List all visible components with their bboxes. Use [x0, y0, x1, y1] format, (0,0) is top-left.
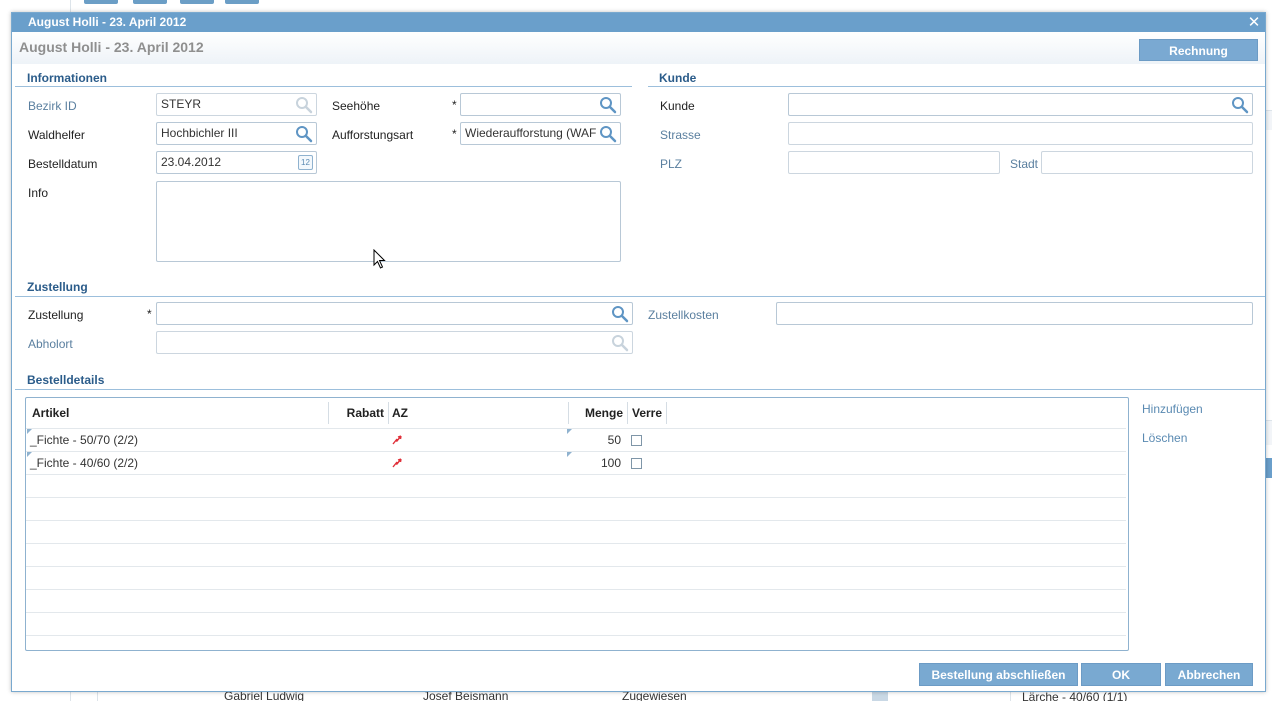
- zustellung-label: Zustellung: [28, 308, 84, 322]
- strasse-label: Strasse: [660, 128, 701, 142]
- background-toolbar-button[interactable]: [133, 0, 167, 4]
- plz-field[interactable]: [788, 151, 1000, 174]
- verrechnet-checkbox[interactable]: [631, 435, 642, 446]
- strasse-field[interactable]: [788, 122, 1253, 145]
- aufforstungsart-label: Aufforstungsart: [332, 128, 414, 142]
- dialog-subtitle: August Holli - 23. April 2012: [19, 39, 204, 55]
- column-header-az[interactable]: AZ: [392, 398, 408, 428]
- waldhelfer-value: Hochbichler III: [161, 126, 238, 140]
- section-title-informationen: Informationen: [27, 71, 107, 85]
- delete-row-link[interactable]: Löschen: [1142, 431, 1187, 445]
- waldhelfer-field[interactable]: Hochbichler III: [156, 122, 317, 145]
- bezirk-value: STEYR: [161, 97, 202, 111]
- artikel-cell: _Fichte - 50/70 (2/2): [30, 433, 139, 447]
- background-edge-cell: [1266, 420, 1272, 445]
- dialog-title: August Holli - 23. April 2012: [28, 15, 187, 29]
- section-divider: [648, 86, 1265, 87]
- artikel-cell: _Fichte - 40/60 (2/2): [30, 456, 139, 470]
- table-row[interactable]: _Fichte - 50/70 (2/2) 50: [26, 428, 1126, 451]
- empty-table-row[interactable]: [26, 497, 1126, 520]
- red-flag-icon[interactable]: [392, 458, 402, 468]
- cancel-button[interactable]: Abbrechen: [1165, 663, 1253, 686]
- column-header-verrechnet[interactable]: Verre: [632, 398, 662, 428]
- aufforstungsart-value: Wiederaufforstung (WAF: [465, 126, 597, 140]
- search-icon[interactable]: [599, 125, 617, 143]
- mouse-cursor-icon: [373, 249, 386, 269]
- abholort-label: Abholort: [28, 337, 73, 351]
- column-separator[interactable]: [388, 402, 389, 424]
- order-dialog: August Holli - 23. April 2012 ✕ August H…: [11, 12, 1266, 692]
- seehoehe-field[interactable]: [460, 93, 621, 116]
- empty-table-row[interactable]: [26, 612, 1126, 635]
- required-mark: *: [452, 127, 457, 141]
- stadt-field[interactable]: [1041, 151, 1253, 174]
- verrechnet-checkbox[interactable]: [631, 458, 642, 469]
- bestelldatum-value: 23.04.2012: [161, 155, 222, 169]
- close-icon[interactable]: ✕: [1247, 13, 1261, 32]
- column-header-artikel[interactable]: Artikel: [32, 398, 69, 428]
- column-header-rabatt[interactable]: Rabatt: [329, 398, 384, 428]
- column-separator[interactable]: [627, 402, 628, 424]
- add-row-link[interactable]: Hinzufügen: [1142, 402, 1203, 416]
- search-icon[interactable]: [1231, 96, 1249, 114]
- rabatt-cell: [329, 452, 384, 475]
- empty-table-row[interactable]: [26, 543, 1126, 566]
- section-title-bestelldetails: Bestelldetails: [27, 373, 105, 387]
- red-flag-icon[interactable]: [392, 435, 402, 445]
- empty-table-row[interactable]: [26, 566, 1126, 589]
- required-mark: *: [147, 307, 152, 321]
- application-screen: Gabriel Ludwig Josef Beismann Zugewiesen…: [0, 0, 1272, 701]
- empty-table-row[interactable]: [26, 474, 1126, 497]
- print-invoice-button[interactable]: Rechnung drucken...: [1139, 39, 1258, 80]
- info-label: Info: [28, 186, 49, 200]
- dialog-titlebar[interactable]: August Holli - 23. April 2012: [12, 13, 1265, 32]
- plz-label: PLZ: [660, 157, 683, 171]
- kunde-field[interactable]: [788, 93, 1253, 116]
- bestelldatum-field[interactable]: 23.04.2012 12: [156, 151, 317, 174]
- table-row[interactable]: _Fichte - 40/60 (2/2) 100: [26, 451, 1126, 474]
- menge-cell: 50: [607, 433, 621, 447]
- background-toolbar-button[interactable]: [180, 0, 214, 4]
- empty-table-row[interactable]: [26, 635, 1126, 650]
- search-icon[interactable]: [295, 96, 313, 114]
- bezirk-field[interactable]: STEYR: [156, 93, 317, 116]
- section-title-kunde: Kunde: [659, 71, 697, 85]
- background-toolbar-button[interactable]: [84, 0, 118, 4]
- section-divider: [15, 86, 632, 87]
- search-icon[interactable]: [599, 96, 617, 114]
- background-edge-cell: [1266, 110, 1272, 130]
- kunde-label: Kunde: [660, 99, 695, 113]
- stadt-label: Stadt: [1010, 157, 1039, 171]
- search-icon[interactable]: [611, 334, 629, 352]
- section-divider: [15, 389, 1265, 390]
- menge-cell: 100: [600, 456, 621, 470]
- background-toolbar-button[interactable]: [225, 0, 259, 4]
- column-header-menge[interactable]: Menge: [569, 398, 623, 428]
- section-title-zustellung: Zustellung: [27, 280, 88, 294]
- aufforstungsart-field[interactable]: Wiederaufforstung (WAF: [460, 122, 621, 145]
- zustellung-field[interactable]: [156, 302, 633, 325]
- search-icon[interactable]: [295, 125, 313, 143]
- finish-order-button[interactable]: Bestellung abschließen: [919, 663, 1078, 686]
- column-separator[interactable]: [666, 402, 667, 424]
- empty-table-row[interactable]: [26, 589, 1126, 612]
- section-divider: [15, 296, 1265, 297]
- empty-table-row[interactable]: [26, 520, 1126, 543]
- info-textarea[interactable]: [156, 181, 621, 262]
- seehoehe-label: Seehöhe: [332, 99, 381, 113]
- zustellkosten-field[interactable]: [776, 302, 1253, 325]
- bestelldatum-label: Bestelldatum: [28, 157, 98, 171]
- order-details-grid: Artikel Rabatt AZ Menge Verre _Fichte - …: [25, 397, 1129, 651]
- bezirk-label: Bezirk ID: [28, 99, 77, 113]
- zustellkosten-label: Zustellkosten: [648, 308, 719, 322]
- background-edge-selection: [1266, 458, 1272, 478]
- required-mark: *: [452, 98, 457, 112]
- ok-button[interactable]: OK: [1081, 663, 1161, 686]
- search-icon[interactable]: [611, 305, 629, 323]
- calendar-icon[interactable]: 12: [298, 155, 313, 170]
- rabatt-cell: [329, 429, 384, 452]
- abholort-field[interactable]: [156, 331, 633, 354]
- waldhelfer-label: Waldhelfer: [28, 128, 85, 142]
